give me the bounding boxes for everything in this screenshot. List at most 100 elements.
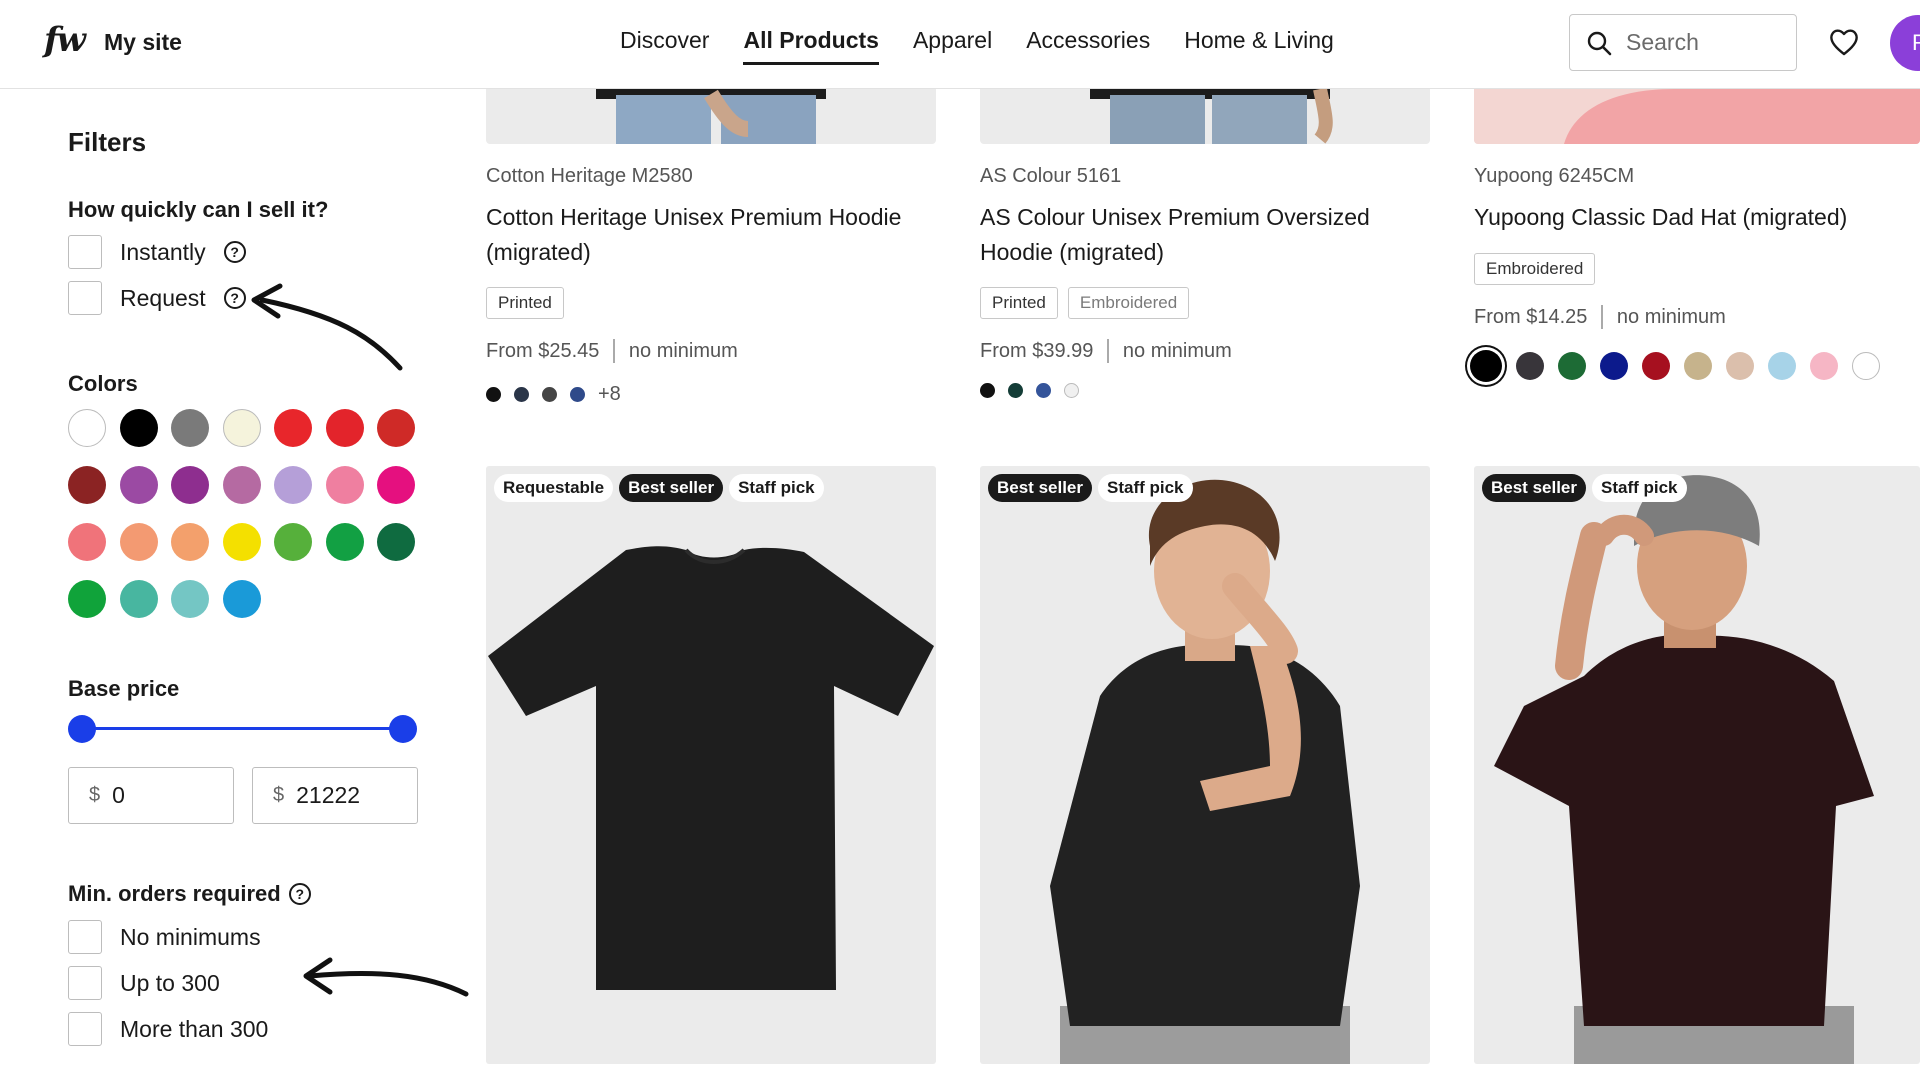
fw-logo[interactable]: fw: [44, 20, 86, 60]
color-swatch-9[interactable]: [119, 466, 158, 504]
no-minimums-label: No minimums: [120, 923, 261, 950]
product-color-dots: +8: [486, 383, 621, 406]
product-minimum: no minimum: [1616, 305, 1726, 328]
price-slider-track[interactable]: [82, 727, 400, 730]
color-swatch-6[interactable]: [325, 409, 364, 447]
color-swatch-23[interactable]: [119, 580, 158, 618]
nav-discover[interactable]: Discover: [620, 27, 709, 65]
min-price-input[interactable]: $ 0: [68, 767, 234, 824]
filter-up-to-300[interactable]: Up to 300: [68, 966, 220, 1000]
more-than-300-checkbox[interactable]: [68, 1012, 102, 1046]
product-price-line: From $14.25 no minimum: [1474, 305, 1726, 329]
color-swatch-22[interactable]: [68, 580, 106, 618]
product-price: From $25.45: [486, 339, 600, 362]
hat-photo: [1474, 89, 1920, 144]
color-swatch-selected[interactable]: [1470, 350, 1502, 382]
color-swatch-8[interactable]: [68, 466, 106, 504]
color-swatch-2[interactable]: [119, 409, 158, 447]
color-swatch-17[interactable]: [171, 523, 209, 561]
min-orders-label: Min. orders required: [68, 881, 281, 906]
price-slider-min-handle[interactable]: [68, 715, 96, 743]
product-image[interactable]: [486, 89, 936, 144]
price-slider-max-handle[interactable]: [389, 715, 417, 743]
favorites-heart-icon[interactable]: [1828, 26, 1860, 58]
search-icon: [1587, 31, 1612, 55]
color-swatch-12[interactable]: [274, 466, 312, 504]
no-minimums-checkbox[interactable]: [68, 920, 102, 954]
color-swatch-21[interactable]: [377, 523, 415, 561]
product-card-tshirt[interactable]: Requestable Best seller Staff pick: [486, 466, 936, 1064]
color-swatch[interactable]: [1768, 352, 1796, 380]
color-swatch-18[interactable]: [222, 523, 261, 561]
nav-accessories[interactable]: Accessories: [1026, 27, 1150, 65]
color-swatch-7[interactable]: [377, 409, 415, 447]
colors-title: Colors: [68, 371, 138, 397]
color-swatch-5[interactable]: [274, 409, 312, 447]
max-price-input[interactable]: $ 21222: [252, 767, 418, 824]
badge-staff-pick: Staff pick: [1098, 474, 1193, 502]
tag-printed: Printed: [980, 287, 1058, 319]
filter-no-minimums[interactable]: No minimums: [68, 920, 261, 954]
product-tags: Embroidered: [1474, 253, 1596, 285]
color-swatch-11[interactable]: [222, 466, 261, 504]
product-name[interactable]: AS Colour Unisex Premium Oversized Hoodi…: [980, 200, 1430, 270]
color-swatch[interactable]: [1726, 352, 1754, 380]
color-swatch-25[interactable]: [222, 580, 261, 618]
instantly-checkbox[interactable]: [68, 235, 102, 269]
colors-label: Colors: [68, 371, 138, 396]
product-image[interactable]: [980, 89, 1430, 144]
product-color-swatches: [1470, 350, 1880, 382]
filters-title: Filters: [68, 127, 147, 157]
request-checkbox[interactable]: [68, 281, 102, 315]
product-price: From $39.99: [980, 339, 1094, 362]
filter-more-than-300[interactable]: More than 300: [68, 1012, 268, 1046]
color-swatch[interactable]: [1684, 352, 1712, 380]
color-swatch-14[interactable]: [377, 466, 415, 504]
color-swatch[interactable]: [1516, 352, 1544, 380]
annotation-arrow-icon: [251, 283, 403, 371]
color-swatch-20[interactable]: [325, 523, 364, 561]
color-swatch[interactable]: [1810, 352, 1838, 380]
product-brand: AS Colour 5161: [980, 165, 1122, 187]
color-swatch-3[interactable]: [171, 409, 209, 447]
color-swatch-16[interactable]: [119, 523, 158, 561]
color-swatch-19[interactable]: [274, 523, 312, 561]
color-swatch-24[interactable]: [171, 580, 209, 618]
up-to-300-checkbox[interactable]: [68, 966, 102, 1000]
badge-best-seller: Best seller: [988, 474, 1092, 502]
help-circle-icon[interactable]: ?: [288, 883, 311, 905]
nav-all-products[interactable]: All Products: [743, 27, 879, 65]
filter-request[interactable]: Request ?: [68, 281, 246, 315]
product-brand: Cotton Heritage M2580: [486, 165, 693, 187]
currency-symbol: $: [89, 784, 101, 806]
color-swatch-13[interactable]: [325, 466, 364, 504]
nav-home-living[interactable]: Home & Living: [1184, 27, 1334, 65]
divider: [613, 339, 615, 363]
color-swatches: [68, 409, 415, 618]
nav-apparel[interactable]: Apparel: [913, 27, 992, 65]
site-name[interactable]: My site: [104, 29, 182, 56]
product-name[interactable]: Yupoong Classic Dad Hat (migrated): [1474, 200, 1920, 235]
search-input[interactable]: Search: [1569, 14, 1797, 71]
product-image[interactable]: [1474, 89, 1920, 144]
user-avatar[interactable]: R: [1890, 15, 1920, 71]
hoodie-photo: [1090, 89, 1333, 144]
color-swatch-10[interactable]: [171, 466, 209, 504]
color-swatch-4[interactable]: [222, 409, 261, 447]
color-swatch[interactable]: [1558, 352, 1586, 380]
color-swatch[interactable]: [1852, 352, 1880, 380]
base-price-label: Base price: [68, 676, 180, 701]
product-card-model-black-tee[interactable]: Best seller Staff pick: [980, 466, 1430, 1064]
help-circle-icon[interactable]: ?: [223, 241, 246, 263]
color-swatch[interactable]: [1600, 352, 1628, 380]
product-card-model-maroon-tee[interactable]: Best seller Staff pick: [1474, 466, 1920, 1064]
product-name[interactable]: Cotton Heritage Unisex Premium Hoodie (m…: [486, 200, 936, 270]
product-color-dots: [980, 383, 1079, 398]
filter-instantly[interactable]: Instantly ?: [68, 235, 246, 269]
product-badges: Best seller Staff pick: [1482, 474, 1687, 502]
color-swatch-1[interactable]: [68, 409, 106, 447]
top-navigation-bar: fw My site Discover All Products Apparel…: [0, 0, 1920, 89]
color-swatch-15[interactable]: [68, 523, 106, 561]
product-minimum: no minimum: [628, 339, 738, 362]
color-swatch[interactable]: [1642, 352, 1670, 380]
